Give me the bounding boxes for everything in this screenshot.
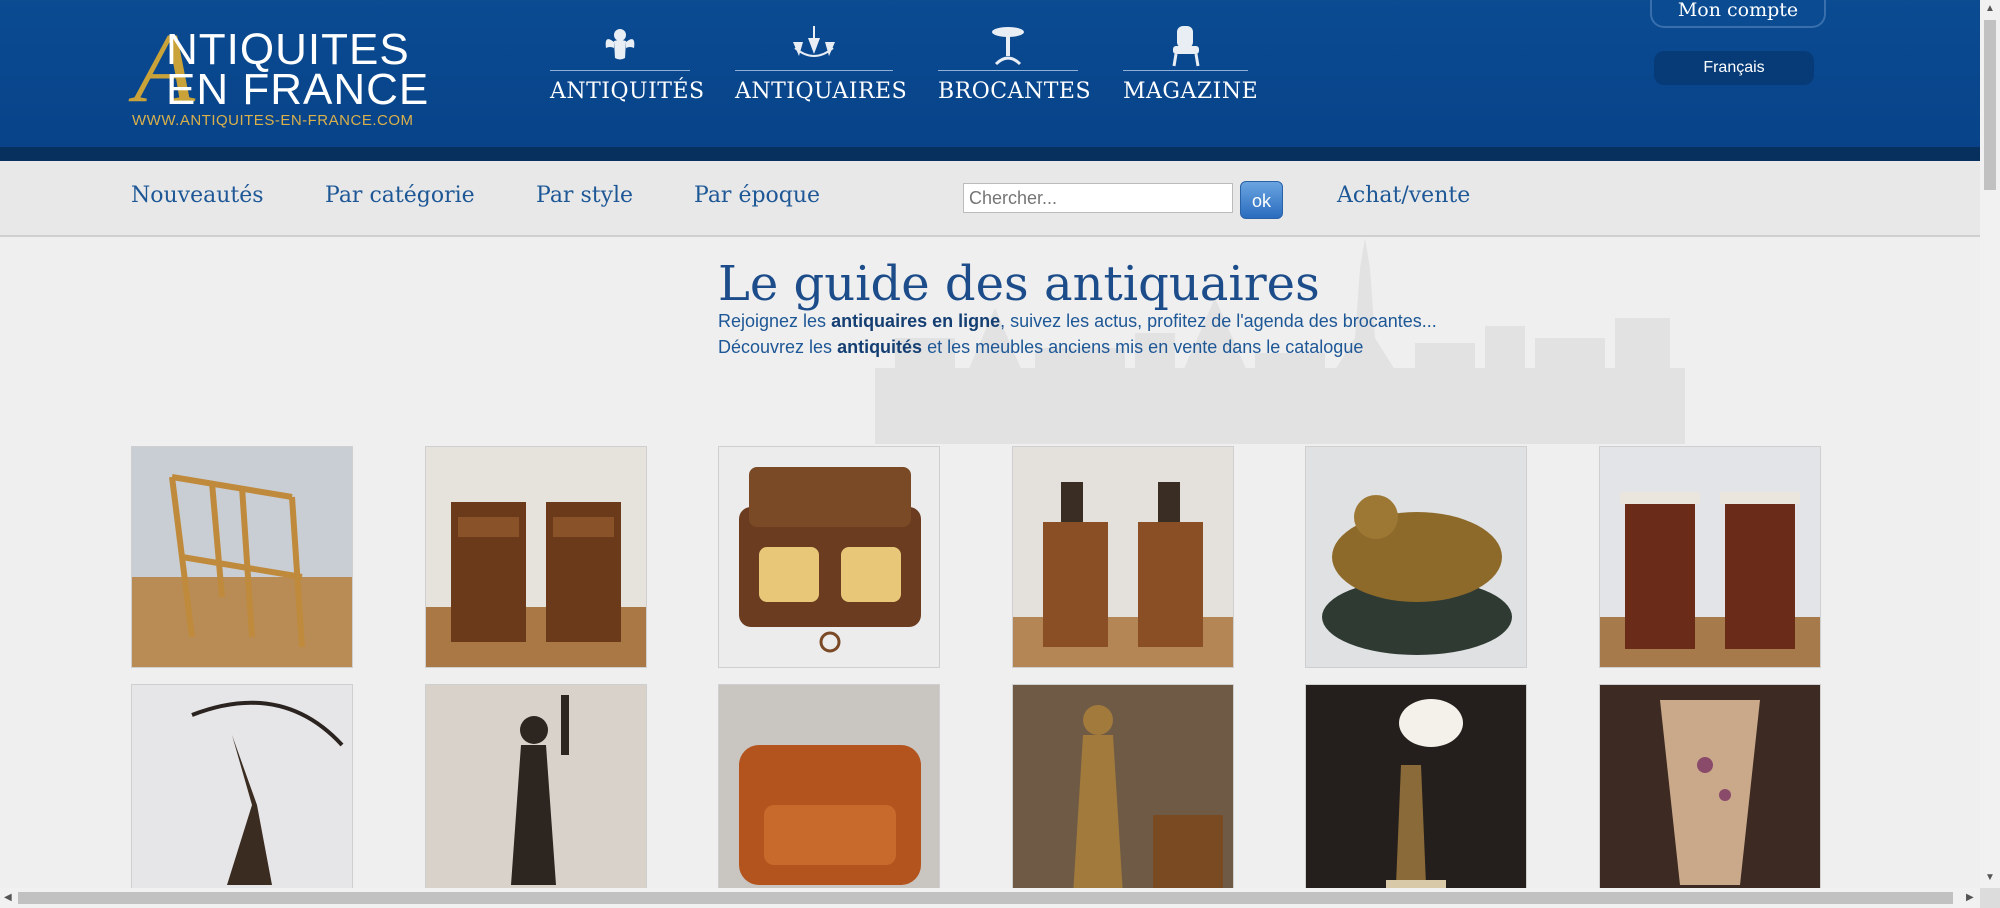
nav-rule (938, 70, 1078, 71)
hero-text: Découvrez les (718, 337, 838, 357)
hero-link-antiquites[interactable]: antiquités (837, 337, 922, 357)
art-deco-lamp-photo (1306, 685, 1526, 905)
my-account-button[interactable]: Mon compte (1650, 0, 1826, 28)
chandelier-icon (793, 26, 835, 57)
product-thumbnail[interactable] (1012, 684, 1234, 906)
search-input[interactable] (963, 183, 1233, 213)
scroll-up-icon[interactable]: ▲ (1985, 3, 1995, 14)
product-thumbnail[interactable] (1012, 446, 1234, 668)
nav-label: MAGAZINE (1123, 79, 1259, 104)
product-thumbnail[interactable] (131, 446, 353, 668)
hero-text: et les meubles anciens mis en vente dans… (922, 337, 1364, 357)
bronze-woman-statue-photo (1013, 685, 1233, 905)
leather-sofa-photo (719, 685, 939, 905)
scrollbar-corner (1980, 888, 2000, 908)
product-thumbnail[interactable] (1305, 684, 1527, 906)
hero-line-1: Rejoignez les antiquaires en ligne, suiv… (718, 311, 1437, 332)
site-header: A NTIQUITES EN FRANCE WWW.ANTIQUITES-EN-… (0, 0, 1980, 147)
product-thumbnail[interactable] (1599, 446, 1821, 668)
bamboo-armchair-photo (132, 447, 352, 667)
product-thumbnail[interactable] (718, 684, 940, 906)
product-thumbnail[interactable] (1305, 446, 1527, 668)
scroll-right-icon[interactable]: ▶ (1966, 892, 1974, 903)
nav-magazine[interactable]: MAGAZINE (1123, 24, 1258, 104)
nav-rule (550, 70, 690, 71)
pedestal-table-icon (992, 27, 1024, 66)
subnav-par-epoque[interactable]: Par époque (694, 183, 820, 208)
torch-bearer-bronze-photo (426, 685, 646, 905)
product-thumbnail[interactable] (718, 446, 940, 668)
hero-text: , suivez les actus, profitez de l'agenda… (1000, 311, 1437, 331)
nav-label: ANTIQUAIRES (735, 79, 908, 104)
nav-rule (735, 70, 893, 71)
product-thumbnail[interactable] (1599, 684, 1821, 906)
subnav-par-categorie[interactable]: Par catégorie (325, 183, 475, 208)
glass-vase-photo (1600, 685, 1820, 905)
nav-brocantes[interactable]: BROCANTES (938, 24, 1091, 104)
subnav-nouveautes[interactable]: Nouveautés (131, 183, 264, 208)
hero-line-2: Découvrez les antiquités et les meubles … (718, 337, 1363, 358)
search-ok-button[interactable]: ok (1240, 181, 1283, 219)
archer-bronze-photo (132, 685, 352, 905)
site-logo[interactable]: A NTIQUITES EN FRANCE WWW.ANTIQUITES-EN-… (130, 18, 460, 134)
secondary-nav: Nouveautés Par catégorie Par style Par é… (0, 161, 1980, 237)
hero-link-antiquaires[interactable]: antiquaires en ligne (831, 311, 1000, 331)
nav-rule (1123, 70, 1248, 71)
subnav-par-style[interactable]: Par style (536, 183, 633, 208)
horizontal-scroll-thumb[interactable] (18, 892, 1953, 904)
subnav-achat-vente[interactable]: Achat/vente (1337, 183, 1470, 208)
vertical-scrollbar[interactable]: ▲ ▼ (1980, 0, 2000, 888)
hero-text: Rejoignez les (718, 311, 832, 331)
side-tables-bronzes-photo (1013, 447, 1233, 667)
marble-top-nightstands-photo (1600, 447, 1820, 667)
scroll-left-icon[interactable]: ◀ (4, 892, 12, 903)
header-bottom-band (0, 147, 1980, 161)
bronze-cherub-sculpture-photo (1306, 447, 1526, 667)
logo-url: WWW.ANTIQUITES-EN-FRANCE.COM (132, 112, 414, 129)
pair-nightstands-photo (426, 447, 646, 667)
language-selector[interactable]: Français (1654, 51, 1814, 85)
vertical-scroll-thumb[interactable] (1984, 20, 1996, 190)
nav-antiquaires[interactable]: ANTIQUAIRES (735, 24, 907, 104)
product-thumbnail[interactable] (425, 684, 647, 906)
cherub-icon (605, 29, 635, 60)
armchair-icon (1172, 26, 1199, 67)
product-thumbnail[interactable] (131, 684, 353, 906)
page-title: Le guide des antiquaires (718, 256, 1320, 312)
horizontal-scrollbar[interactable]: ◀ ▶ (0, 888, 1980, 908)
nav-label: BROCANTES (938, 79, 1092, 104)
nav-antiquites[interactable]: ANTIQUITÉS (550, 24, 704, 104)
nav-label: ANTIQUITÉS (550, 79, 705, 104)
logo-line2: EN FRANCE (166, 65, 430, 114)
inkwell-box-photo (719, 447, 939, 667)
scroll-down-icon[interactable]: ▼ (1985, 872, 1995, 883)
product-thumbnail[interactable] (425, 446, 647, 668)
